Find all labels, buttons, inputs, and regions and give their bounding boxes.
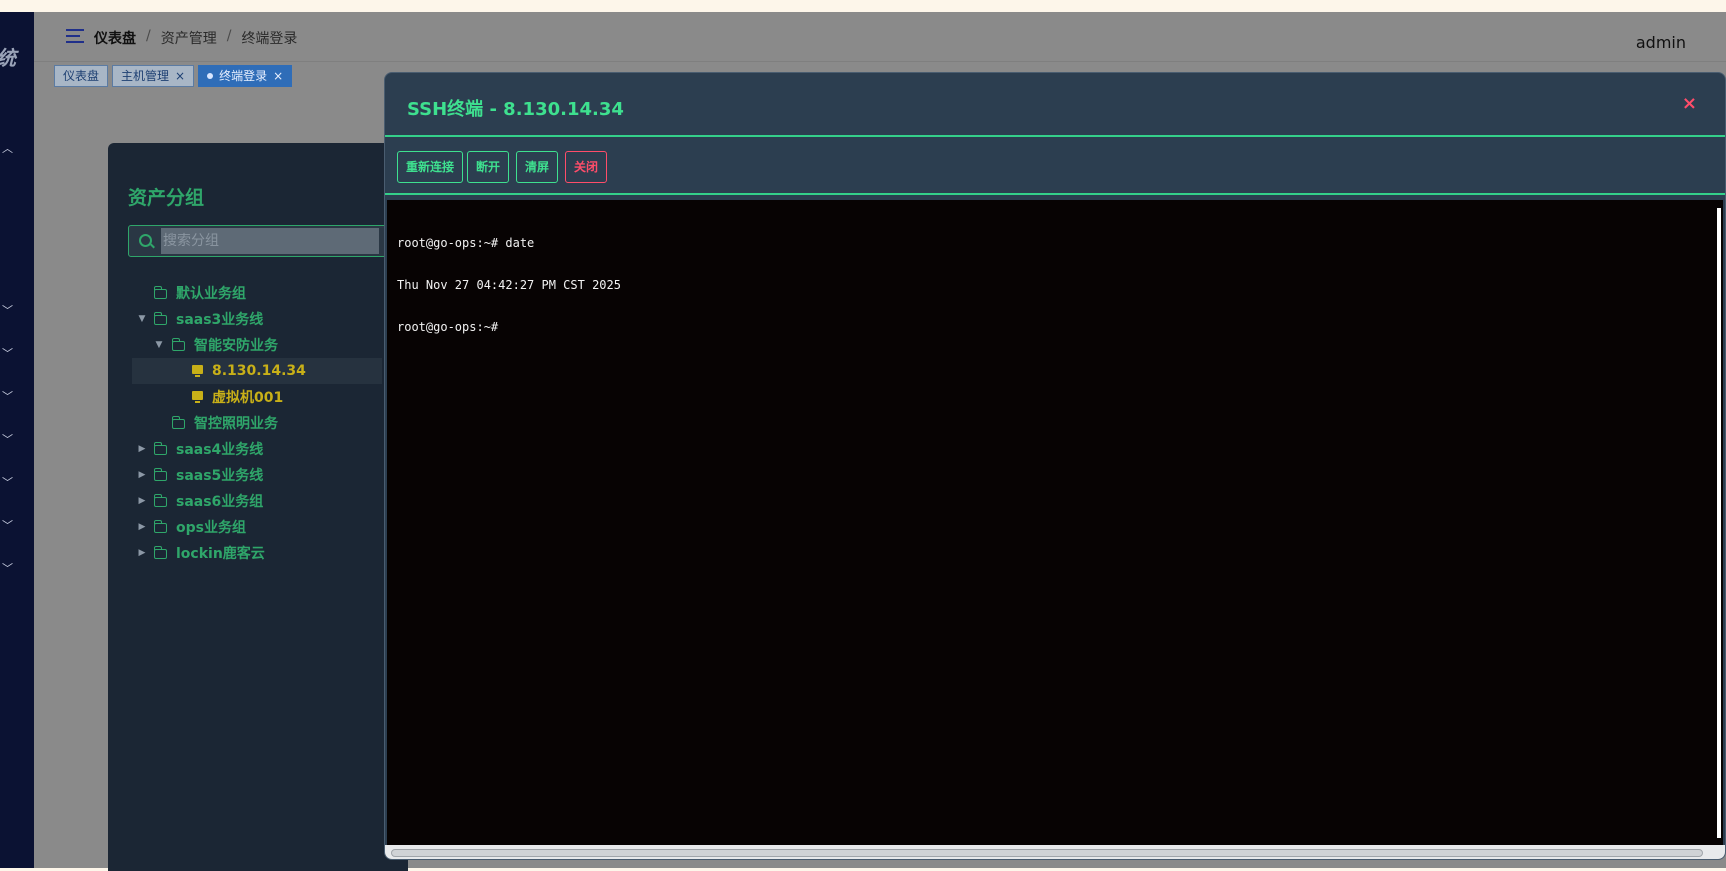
breadcrumb: 仪表盘 / 资产管理 / 终端登录 [94,28,297,48]
tab-host-management[interactable]: 主机管理 × [112,65,195,87]
chevron-down-icon[interactable]: ﹀ [2,388,13,403]
close-icon[interactable]: × [273,66,283,86]
disconnect-button[interactable]: 断开 [467,151,510,183]
ssh-terminal-dialog: SSH终端 - 8.130.14.34 × 重新连接 断开 清屏 关闭 root… [384,72,1726,860]
close-button[interactable]: 关闭 [565,151,608,183]
folder-open-icon [153,312,167,325]
close-icon[interactable]: × [175,66,185,86]
terminal-line: root@go-ops:~# [397,320,506,334]
chevron-down-icon[interactable]: ﹀ [2,560,13,575]
clear-screen-button[interactable]: 清屏 [516,151,559,183]
tree-node[interactable]: 默认业务组 [132,280,382,306]
breadcrumb-separator: / [146,28,151,44]
tree-node[interactable]: ▶ ops业务组 [132,514,382,540]
close-icon[interactable]: × [1682,93,1697,114]
caret-right-icon[interactable]: ▶ [137,444,147,454]
tree-node-label: saas4业务线 [176,442,264,458]
caret-right-icon[interactable]: ▶ [137,496,147,506]
tree-node[interactable]: ▶ saas6业务组 [132,488,382,514]
search-icon [139,234,152,247]
tree-node-label: 8.130.14.34 [212,363,306,379]
tree-node-label: 默认业务组 [176,286,246,302]
terminal-scrollbar[interactable] [1717,208,1721,838]
folder-icon [171,416,185,429]
folder-open-icon [171,338,185,351]
breadcrumb-item[interactable]: 仪表盘 [94,28,136,48]
reconnect-button[interactable]: 重新连接 [397,151,464,183]
header: 仪表盘 / 资产管理 / 终端登录 admin [34,12,1726,62]
caret-right-icon[interactable]: ▶ [137,470,147,480]
search-input[interactable] [161,228,379,254]
asset-group-panel: 资产分组 默认业务组 ▼ saas3业务线 ▼ 智能安防业务 [108,143,408,871]
monitor-icon [192,365,203,377]
tree-node[interactable]: ▶ saas4业务线 [132,436,382,462]
monitor-icon [192,391,203,403]
chevron-up-icon[interactable]: ︿ [2,140,13,155]
folder-icon [153,442,167,455]
tab-label: 终端登录 [219,69,268,83]
tab-label: 主机管理 [121,69,170,83]
tree-node-label: 智控照明业务 [194,416,278,432]
breadcrumb-item: 终端登录 [241,31,298,47]
dialog-header: SSH终端 - 8.130.14.34 × [385,73,1725,137]
window-top-strip [0,0,1726,12]
sidebar-brand: 统 [0,42,16,71]
tree-node[interactable]: ▶ lockin鹿客云 [132,540,382,566]
sidebar: 统 ︿ ﹀ ﹀ ﹀ ﹀ ﹀ ﹀ ﹀ [0,12,34,868]
folder-icon [153,286,167,299]
tree-node-label: ops业务组 [176,520,246,536]
tree-node-label: 虚拟机001 [212,390,284,406]
user-menu[interactable]: admin [1636,33,1686,52]
tree-node[interactable]: ▼ 智能安防业务 [132,332,382,358]
tree-node-label: saas5业务线 [176,468,264,484]
folder-icon [153,546,167,559]
terminal-screen[interactable]: root@go-ops:~# date Thu Nov 27 04:42:27 … [387,200,1723,847]
tab-terminal-login[interactable]: 终端登录 × [198,65,293,87]
menu-toggle-icon[interactable] [66,29,84,45]
folder-icon [153,494,167,507]
tree-node-label: 智能安防业务 [194,338,278,354]
chevron-down-icon[interactable]: ﹀ [2,345,13,360]
caret-right-icon[interactable]: ▶ [137,548,147,558]
tree-node[interactable]: ▶ saas5业务线 [132,462,382,488]
breadcrumb-separator: / [226,28,232,44]
dialog-title: SSH终端 - 8.130.14.34 [407,99,624,120]
tree-node-host-selected[interactable]: 8.130.14.34 [132,358,382,384]
tree-node-label: saas6业务组 [176,494,264,510]
tree-node[interactable]: ▼ saas3业务线 [132,306,382,332]
active-dot-icon [207,73,214,79]
tree-node-host[interactable]: 虚拟机001 [132,384,382,410]
caret-down-icon[interactable]: ▼ [137,314,147,324]
tree-node[interactable]: 智控照明业务 [132,410,382,436]
chevron-down-icon[interactable]: ﹀ [2,302,13,317]
chevron-down-icon[interactable]: ﹀ [2,431,13,446]
tree-node-label: saas3业务线 [176,312,264,328]
tab-dashboard[interactable]: 仪表盘 [54,65,109,87]
tab-label: 仪表盘 [63,69,100,83]
breadcrumb-item: 资产管理 [160,31,217,47]
caret-down-icon[interactable]: ▼ [154,340,164,350]
tab-bar: 仪表盘 主机管理 × 终端登录 × [54,65,293,87]
chevron-down-icon[interactable]: ﹀ [2,517,13,532]
terminal-toolbar: 重新连接 断开 清屏 关闭 [385,139,1725,195]
panel-title: 资产分组 [128,187,205,209]
search-box [128,225,388,257]
horizontal-scrollbar[interactable] [391,849,1703,857]
terminal-line: Thu Nov 27 04:42:27 PM CST 2025 [397,278,621,292]
asset-tree: 默认业务组 ▼ saas3业务线 ▼ 智能安防业务 8.130.14.34 虚拟… [132,280,382,566]
folder-icon [153,468,167,481]
folder-icon [153,520,167,533]
caret-right-icon[interactable]: ▶ [137,522,147,532]
terminal-line: root@go-ops:~# date [397,236,535,250]
chevron-down-icon[interactable]: ﹀ [2,474,13,489]
tree-node-label: lockin鹿客云 [176,546,265,562]
